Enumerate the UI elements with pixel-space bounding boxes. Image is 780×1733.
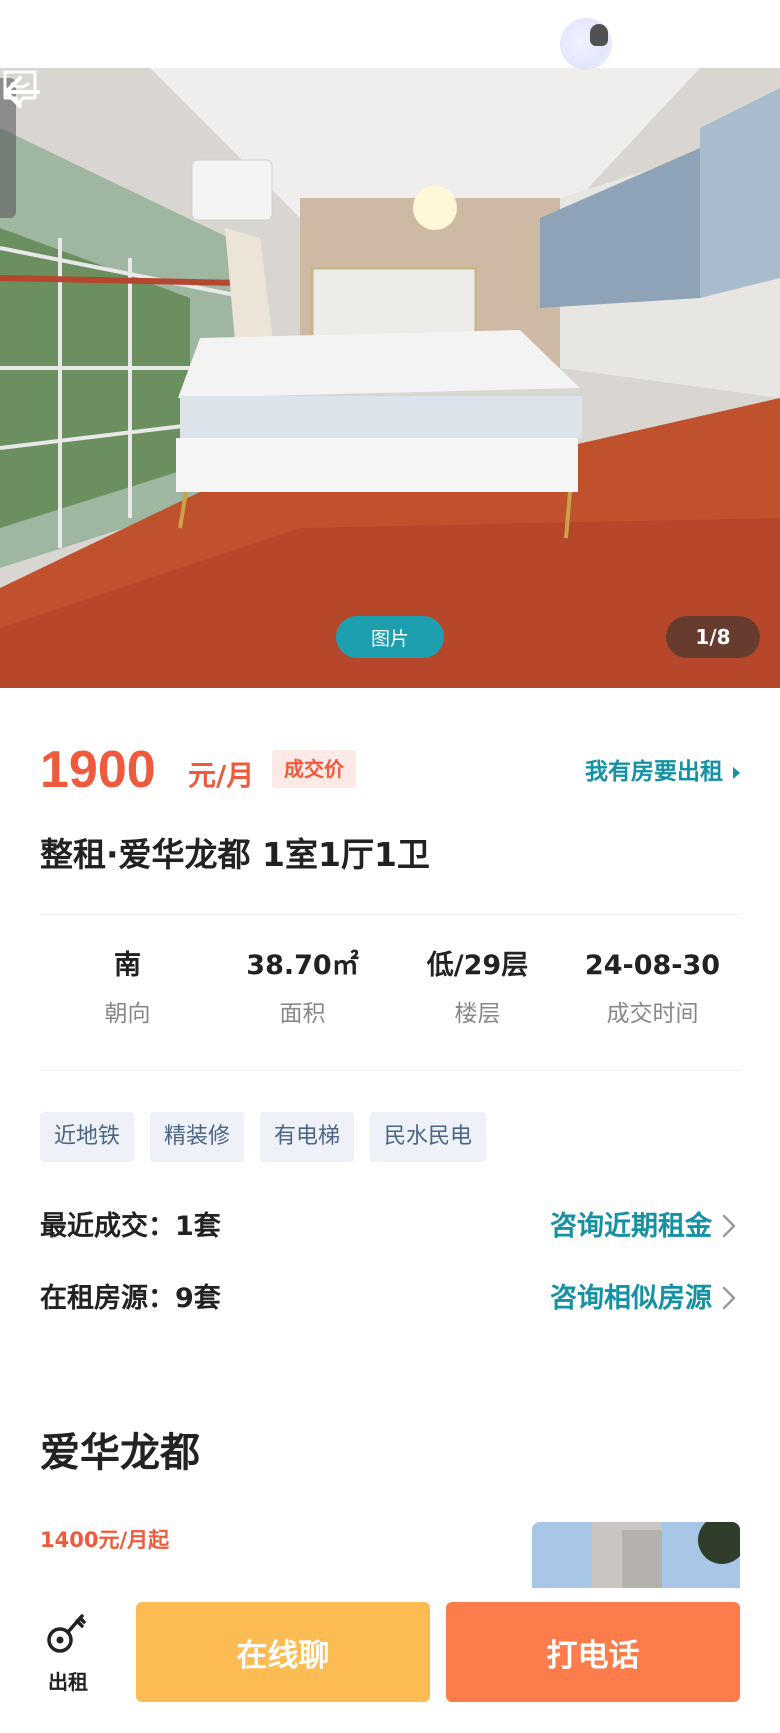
spec-value: 38.70㎡ [246, 950, 359, 981]
recent-deals-row[interactable]: 最近成交：1套 咨询近期租金 [40, 1204, 740, 1248]
estate-thumbnail[interactable] [532, 1522, 740, 1588]
chevron-right-icon [722, 1286, 736, 1310]
spec-value: 低/29层 [426, 950, 529, 981]
rentals-label: 在租房源：9套 [40, 1283, 221, 1314]
divider [40, 1070, 740, 1071]
deal-price-badge: 成交价 [272, 750, 356, 788]
call-button[interactable]: 打电话 [446, 1602, 740, 1702]
status-bar [0, 0, 780, 68]
rent-label[interactable]: 出租 [44, 1666, 92, 1695]
online-chat-button[interactable]: 在线聊 [136, 1602, 430, 1702]
photo-gallery[interactable]: 图片 1/8 [0, 68, 780, 688]
spec-orientation: 南 朝向 [40, 946, 215, 1046]
triangle-right-icon [733, 766, 740, 779]
divider [40, 914, 740, 915]
rent-out-link-label: 我有房要出租 [585, 759, 723, 785]
chevron-right-icon [722, 1214, 736, 1238]
spec-deal-date: 24-08-30 成交时间 [565, 946, 740, 1046]
tag-decoration: 精装修 [150, 1112, 245, 1162]
price-row: 1900 元/月 成交价 我有房要出租 [40, 740, 740, 800]
photo-counter: 1/8 [666, 616, 760, 658]
estate-price-from: 1400元/月起 [40, 1528, 170, 1552]
rentals-row[interactable]: 在租房源：9套 咨询相似房源 [40, 1276, 740, 1320]
floating-logo-icon[interactable] [560, 18, 612, 70]
estate-photo [532, 1522, 740, 1588]
consult-rent-link[interactable]: 咨询近期租金 [550, 1204, 712, 1243]
spec-label: 朝向 [104, 1001, 151, 1027]
spec-area: 38.70㎡ 面积 [215, 946, 390, 1046]
price-value: 1900 [40, 741, 156, 799]
spec-value: 24-08-30 [584, 950, 721, 981]
spec-label: 成交时间 [606, 1001, 699, 1027]
key-icon[interactable] [44, 1608, 90, 1658]
rent-out-link[interactable]: 我有房要出租 [585, 752, 740, 786]
tag-utilities: 民水民电 [370, 1112, 487, 1162]
spec-label: 楼层 [454, 1001, 501, 1027]
estate-name: 爱华龙都 [40, 1430, 200, 1476]
listing-details: 1900 元/月 成交价 我有房要出租 整租·爱华龙都 1室1厅1卫 南 朝向 … [0, 688, 780, 1588]
spec-value: 南 [114, 950, 141, 981]
spec-floor: 低/29层 楼层 [390, 946, 565, 1046]
message-icon[interactable] [0, 68, 40, 108]
tag-near-metro: 近地铁 [40, 1112, 135, 1162]
price-unit: 元/月 [188, 759, 255, 792]
consult-similar-link[interactable]: 咨询相似房源 [550, 1276, 712, 1315]
bottom-action-bar: 出租 在线聊 打电话 [0, 1588, 780, 1733]
recent-deals-label: 最近成交：1套 [40, 1211, 221, 1242]
photo-tab-button[interactable]: 图片 [336, 616, 444, 658]
spec-grid: 南 朝向 38.70㎡ 面积 低/29层 楼层 24-08-30 成交时间 [40, 946, 740, 1046]
tag-elevator: 有电梯 [260, 1112, 355, 1162]
listing-title: 整租·爱华龙都 1室1厅1卫 [40, 835, 430, 874]
spec-label: 面积 [279, 1001, 326, 1027]
feature-tags: 近地铁 精装修 有电梯 民水民电 [40, 1112, 502, 1162]
room-photo [0, 68, 780, 688]
